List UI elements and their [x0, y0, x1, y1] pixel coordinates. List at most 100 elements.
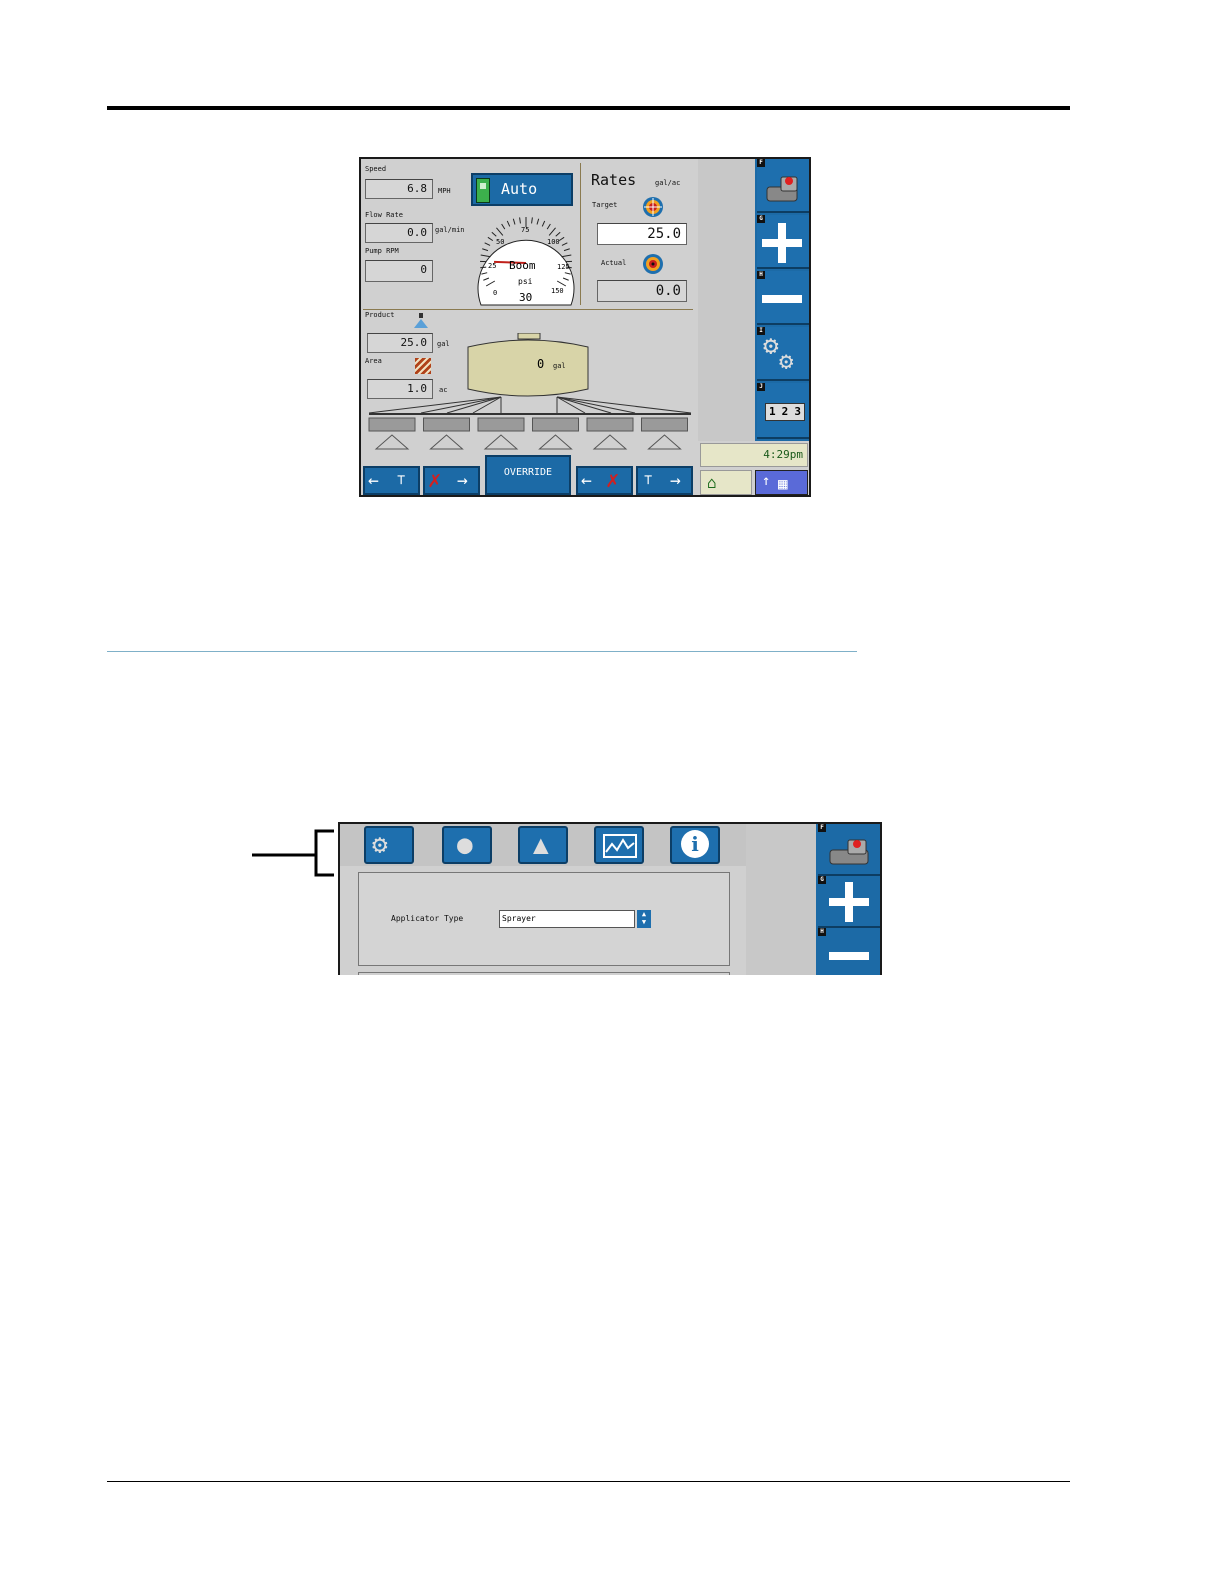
gauge-tick-mark — [487, 236, 494, 242]
gauge-tick-25: 25 — [488, 262, 496, 270]
flow-rate-value: 0.0 — [365, 223, 433, 243]
speed-value: 6.8 — [365, 179, 433, 199]
next-panel — [358, 972, 730, 975]
arrow-left-icon: ← — [368, 470, 379, 491]
override-label: OVERRIDE — [503, 467, 553, 478]
vertical-divider — [580, 163, 581, 305]
actual-rate-icon — [643, 254, 663, 274]
gear-icon: ⚙ — [763, 331, 779, 361]
gauge-tick-mark — [561, 242, 568, 246]
rates-unit: gal/ac — [655, 179, 681, 187]
gauge-tick-mark — [561, 254, 572, 258]
boom-pressure-gauge: 25 50 75 100 125 0 150 Boom psi 30 — [477, 217, 575, 306]
key-tag-j: J — [757, 383, 765, 391]
chart-icon — [603, 834, 637, 858]
gear-icon: ⚙ — [372, 830, 388, 860]
home-button[interactable]: ⌂ — [700, 470, 752, 495]
softkey-h-decrease[interactable]: H — [818, 928, 880, 975]
gauge-tick-mark — [501, 223, 506, 230]
area-icon — [415, 358, 431, 374]
softkey-f-operate[interactable]: F — [818, 824, 880, 876]
rates-title: Rates — [591, 171, 637, 189]
gauge-tick-mark — [555, 231, 561, 237]
gauge-tick-mark — [536, 218, 540, 225]
counter-icon: 123 — [765, 403, 805, 421]
spray-pattern — [592, 434, 628, 450]
boom-section — [477, 417, 525, 432]
softkey-j-counters[interactable]: J 123 — [757, 383, 809, 439]
product-label: Product — [365, 311, 395, 319]
gauge-tick-mark — [531, 217, 533, 224]
gauge-tick-100: 100 — [547, 238, 560, 246]
gauge-tick-mark — [484, 242, 491, 246]
tab-alarms[interactable]: ▲ — [518, 826, 568, 864]
speed-unit: MPH — [438, 187, 451, 195]
tab-info[interactable]: i — [670, 826, 720, 864]
gauge-tick-mark — [480, 266, 487, 269]
boom-section — [532, 417, 579, 432]
menu-button[interactable]: ↑ ▦ — [755, 470, 808, 495]
boom-section — [586, 417, 634, 432]
gauge-tick-mark — [512, 218, 516, 225]
tab-diagnostics[interactable] — [594, 826, 644, 864]
boom-section — [641, 417, 688, 432]
gauge-tick-0: 0 — [493, 289, 497, 297]
pump-rpm-value: 0 — [365, 260, 433, 282]
gauge-unit: psi — [518, 277, 533, 286]
section-right-on-button[interactable]: ⊤ → — [636, 466, 693, 495]
callout-bracket — [252, 829, 334, 877]
applicator-type-spinner[interactable]: ▲ ▼ — [637, 910, 651, 928]
tank-level-unit: gal — [553, 362, 566, 370]
softkey-f-operate[interactable]: F — [757, 159, 809, 213]
gauge-tick-mark — [558, 236, 565, 242]
header-rule — [107, 106, 1070, 110]
home-icon: ⌂ — [707, 473, 717, 492]
master-switch-icon — [829, 839, 869, 865]
horizontal-divider — [363, 309, 693, 310]
minus-icon — [829, 952, 869, 960]
gauge-tick-mark — [541, 220, 546, 227]
gauge-tick-mark — [506, 220, 511, 227]
section-left-on-button[interactable]: ← ⊤ — [363, 466, 420, 495]
softkey-g-increase[interactable]: G — [818, 876, 880, 928]
boom-section — [423, 417, 470, 432]
actual-rate-value: 0.0 — [597, 280, 687, 302]
tank-level-value: 0 — [537, 357, 545, 371]
gauge-tick-mark — [480, 254, 491, 258]
area-unit: ac — [439, 386, 448, 394]
info-icon: i — [681, 830, 709, 858]
softkey-g-increase[interactable]: G — [757, 215, 809, 269]
section-right-off-button[interactable]: ← ✗ — [576, 466, 633, 495]
override-button[interactable]: OVERRIDE — [485, 455, 571, 495]
key-tag-g: G — [818, 876, 826, 884]
softkey-h-decrease[interactable]: H — [757, 271, 809, 325]
tank-graphic — [467, 333, 589, 397]
softkey-i-settings[interactable]: I ⚙ ⚙ — [757, 327, 809, 381]
spray-pattern — [374, 434, 410, 450]
target-label: Target — [592, 201, 618, 209]
applicator-type-label: Applicator Type — [391, 914, 464, 923]
applicator-type-select[interactable]: Sprayer — [499, 910, 635, 928]
arrow-up-icon: ↑ — [762, 473, 771, 489]
gauge-tick-mark — [546, 223, 551, 230]
gauge-title: Boom — [509, 259, 536, 272]
auto-mode-button[interactable]: Auto — [471, 173, 573, 206]
spray-pattern — [647, 434, 682, 450]
key-tag-f: F — [757, 159, 765, 167]
footer-rule — [107, 1481, 1070, 1482]
right-gray-area — [746, 824, 816, 975]
product-unit: gal — [437, 340, 450, 348]
gear-icon: ⚙ — [779, 347, 794, 375]
tab-system-settings[interactable]: ⚙ — [364, 826, 414, 864]
arrow-right-icon: → — [457, 470, 468, 491]
key-tag-g: G — [757, 215, 765, 223]
gauge-tick-mark — [519, 217, 521, 224]
flow-rate-unit: gal/min — [435, 226, 465, 234]
target-rate-input[interactable]: 25.0 — [597, 223, 687, 245]
tab-product-settings[interactable]: ● — [442, 826, 492, 864]
bell-icon: ▲ — [533, 830, 549, 860]
actual-label: Actual — [601, 259, 627, 267]
gauge-tick-75: 75 — [521, 226, 529, 234]
section-left-off-button[interactable]: ✗ → — [423, 466, 480, 495]
gauge-tick-125: 125 — [557, 263, 570, 271]
